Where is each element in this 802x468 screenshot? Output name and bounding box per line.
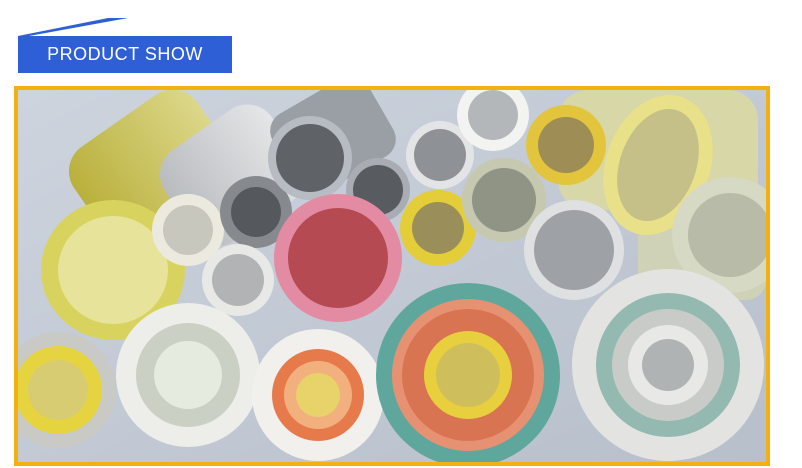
header-accent-stripe [18,18,128,38]
product-photo [14,86,770,466]
product-show-title: PRODUCT SHOW [18,36,232,73]
fiberglass-tubes-image [18,90,766,462]
section-header: PRODUCT SHOW [18,18,232,74]
